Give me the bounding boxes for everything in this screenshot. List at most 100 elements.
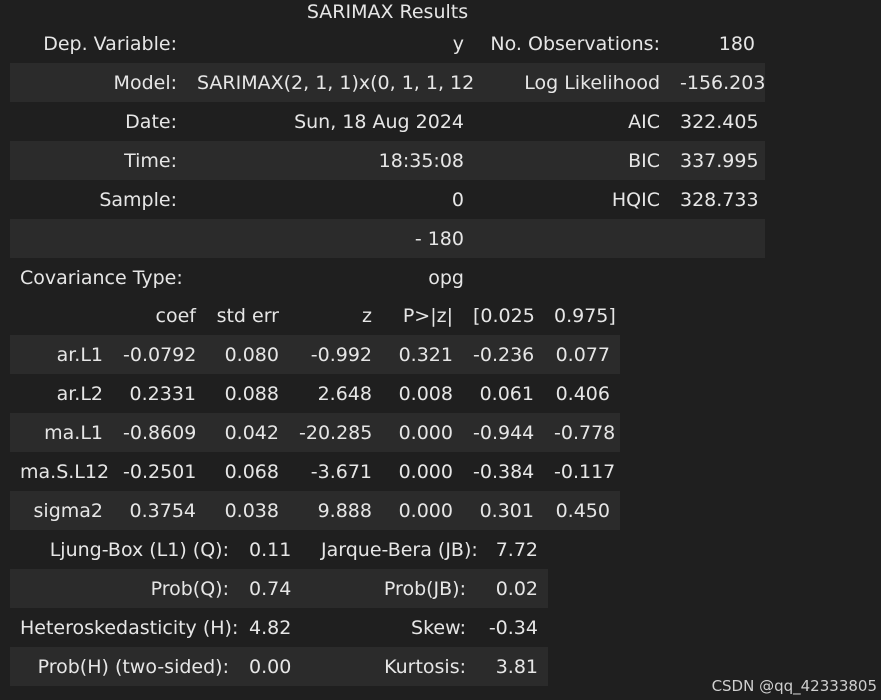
diagnostic-value: 0.74 (249, 577, 292, 600)
table-cell: 0.301 (479, 499, 534, 522)
table-row: Dep. Variable: y No. Observations: 180 (10, 24, 765, 63)
table-cell: 0.038 (224, 499, 279, 522)
model-summary-table: Dep. Variable: y No. Observations: 180 M… (10, 24, 765, 297)
table-row: ar.L1 -0.0792 0.080 -0.992 0.321 -0.236 … (10, 335, 620, 374)
table-cell: 0.000 (398, 460, 453, 483)
summary-label: Covariance Type: (20, 266, 183, 289)
diagnostic-label: Prob(H) (two-sided): (37, 655, 229, 678)
table-row: ma.L1 -0.8609 0.042 -20.285 0.000 -0.944… (10, 413, 620, 452)
table-cell: 0.008 (398, 382, 453, 405)
table-row: sigma2 0.3754 0.038 9.888 0.000 0.301 0.… (10, 491, 620, 530)
diagnostic-label: Jarque-Bera (JB): (321, 538, 476, 561)
table-cell: -0.236 (473, 343, 535, 366)
table-cell: -20.285 (299, 421, 373, 444)
table-cell: 0.2331 (129, 382, 196, 405)
table-row: Sample: 0 HQIC 328.733 (10, 180, 765, 219)
table-row: ar.L2 0.2331 0.088 2.648 0.008 0.061 0.4… (10, 374, 620, 413)
diagnostic-value: 7.72 (495, 538, 538, 561)
table-cell: 0.042 (224, 421, 279, 444)
column-header: P>|z| (402, 304, 453, 327)
table-cell: -0.8609 (123, 421, 197, 444)
diagnostics-table: Ljung-Box (L1) (Q): 0.11 Jarque-Bera (JB… (10, 530, 548, 686)
summary-value: 337.995 (680, 149, 759, 172)
summary-value: SARIMAX(2, 1, 1)x(0, 1, 1, 12) (197, 71, 474, 94)
summary-label: No. Observations: (490, 32, 660, 55)
table-cell: 0.321 (398, 343, 453, 366)
table-row: Covariance Type: opg (10, 258, 765, 297)
column-header: 0.975] (554, 304, 616, 327)
summary-value: 328.733 (680, 188, 759, 211)
summary-value: - 180 (414, 227, 464, 250)
table-cell: 0.450 (555, 499, 610, 522)
diagnostic-label: Prob(JB): (383, 577, 466, 600)
table-row: Time: 18:35:08 BIC 337.995 (10, 141, 765, 180)
param-name: ar.L1 (56, 343, 103, 366)
summary-label: Date: (125, 110, 177, 133)
column-header: coef (155, 304, 196, 327)
param-name: ar.L2 (56, 382, 103, 405)
summary-value: 180 (718, 32, 755, 55)
table-cell: -0.117 (554, 460, 616, 483)
table-cell: 0.061 (479, 382, 534, 405)
diagnostic-value: 0.11 (249, 538, 292, 561)
table-cell: -3.671 (310, 460, 372, 483)
table-row: Prob(H) (two-sided): 0.00 Kurtosis: 3.81 (10, 647, 548, 686)
coefficients-table: coef std err z P>|z| [0.025 0.975] ar.L1… (10, 296, 620, 530)
column-header: [0.025 (473, 304, 535, 327)
diagnostic-label: Heteroskedasticity (H): (20, 616, 239, 639)
table-caption: SARIMAX Results (306, 1, 469, 23)
column-header: z (362, 304, 372, 327)
table-cell: -0.0792 (123, 343, 197, 366)
table-cell: 0.3754 (129, 499, 196, 522)
table-cell: 2.648 (317, 382, 372, 405)
table-cell: 9.888 (317, 499, 372, 522)
table-cell: -0.2501 (123, 460, 197, 483)
summary-value: 18:35:08 (378, 149, 464, 172)
table-cell: 0.088 (224, 382, 279, 405)
table-row: Model: SARIMAX(2, 1, 1)x(0, 1, 1, 12) Lo… (10, 63, 765, 102)
summary-value: -156.203 (680, 71, 765, 94)
summary-label: Dep. Variable: (43, 32, 177, 55)
diagnostic-value: 0.02 (495, 577, 538, 600)
table-cell: 0.000 (398, 499, 453, 522)
summary-label (10, 219, 187, 258)
param-name: ma.L1 (44, 421, 103, 444)
table-row: Heteroskedasticity (H): 4.82 Skew: -0.34 (10, 608, 548, 647)
diagnostic-label: Prob(Q): (150, 577, 229, 600)
summary-value: y (452, 32, 464, 55)
table-cell: -0.992 (310, 343, 372, 366)
summary-label (474, 258, 670, 297)
table-row: Date: Sun, 18 Aug 2024 AIC 322.405 (10, 102, 765, 141)
diagnostic-value: 3.81 (495, 655, 538, 678)
table-row: Ljung-Box (L1) (Q): 0.11 Jarque-Bera (JB… (10, 530, 548, 569)
table-cell: 0.000 (398, 421, 453, 444)
table-row: - 180 (10, 219, 765, 258)
table-cell: 0.080 (224, 343, 279, 366)
table-row: Prob(Q): 0.74 Prob(JB): 0.02 (10, 569, 548, 608)
summary-label: Time: (124, 149, 177, 172)
table-row: ma.S.L12 -0.2501 0.068 -3.671 0.000 -0.3… (10, 452, 620, 491)
table-cell: -0.944 (473, 421, 535, 444)
summary-label: Model: (113, 71, 177, 94)
column-header: std err (216, 304, 279, 327)
summary-label: BIC (628, 149, 660, 172)
summary-value: Sun, 18 Aug 2024 (294, 110, 464, 133)
diagnostic-label: Kurtosis: (384, 655, 466, 678)
param-name: ma.S.L12 (20, 460, 110, 483)
summary-label: AIC (628, 110, 660, 133)
column-header (10, 296, 113, 335)
summary-label: HQIC (611, 188, 660, 211)
diagnostic-label: Skew: (411, 616, 466, 639)
summary-label: Log Likelihood (524, 71, 660, 94)
summary-value (670, 219, 765, 258)
summary-label (474, 219, 670, 258)
watermark: CSDN @qq_42333805 (711, 677, 877, 695)
table-cell: -0.384 (473, 460, 535, 483)
table-cell: -0.778 (554, 421, 616, 444)
summary-label: Sample: (99, 188, 177, 211)
diagnostic-value: 4.82 (249, 616, 292, 639)
table-cell: 0.068 (224, 460, 279, 483)
summary-value: opg (428, 266, 464, 289)
table-cell: 0.077 (555, 343, 610, 366)
diagnostic-value: 0.00 (249, 655, 292, 678)
